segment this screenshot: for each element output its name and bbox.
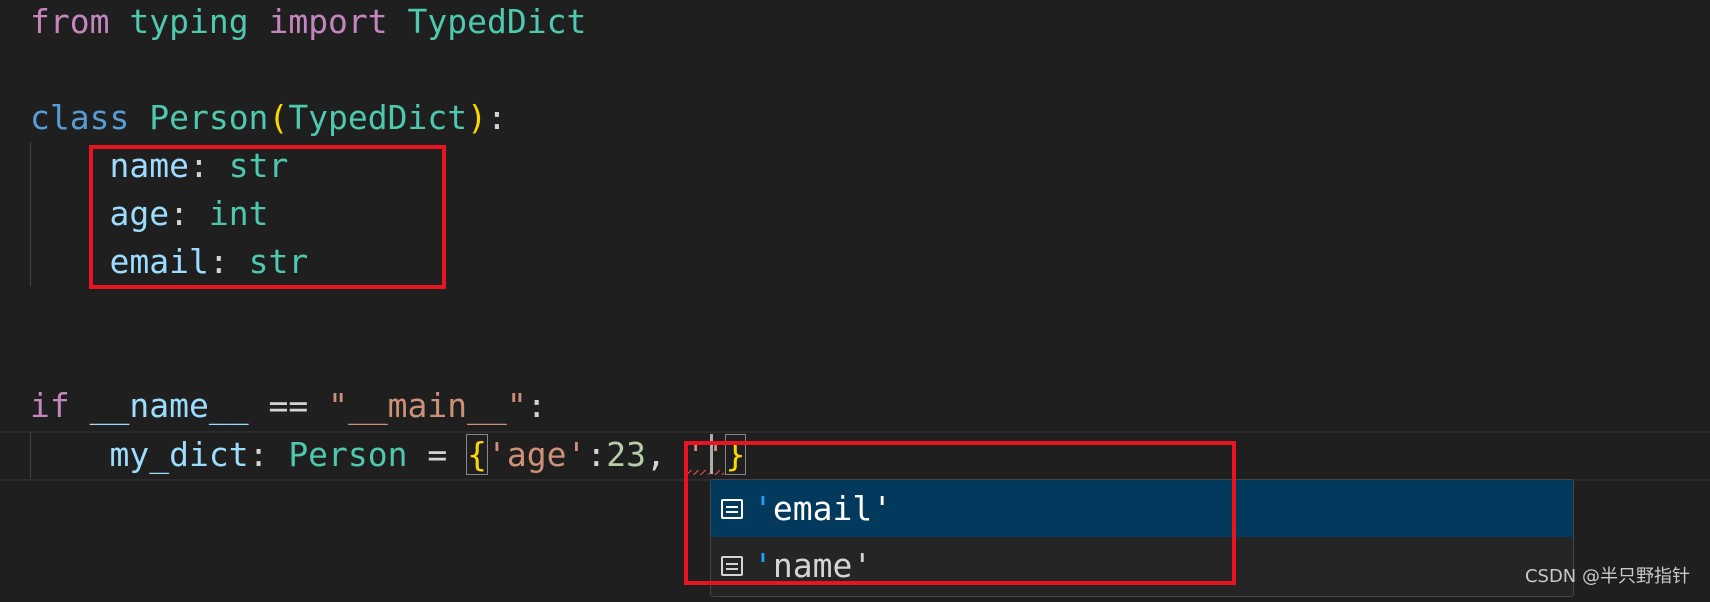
code-line-3[interactable]: class Person(TypedDict):	[30, 94, 507, 142]
class-name: Person	[149, 98, 269, 137]
watermark: CSDN @半只野指针	[1524, 566, 1690, 587]
import-name: TypedDict	[407, 2, 587, 41]
number: 23	[606, 435, 646, 474]
colon: :	[487, 98, 507, 137]
type-annotation: Person	[288, 435, 408, 474]
string: 'age'	[487, 435, 587, 474]
comma: ,	[646, 435, 666, 474]
annotation-box-suggestions	[684, 441, 1236, 585]
operator: ==	[268, 386, 309, 425]
string: "__main__"	[328, 386, 527, 425]
colon: :	[248, 435, 269, 474]
operator: =	[427, 435, 448, 474]
keyword: class	[30, 98, 130, 137]
paren: )	[467, 98, 487, 137]
keyword: from	[30, 2, 110, 41]
code-line-10[interactable]: my_dict: Person = {'age':23, ''}	[30, 431, 747, 479]
colon: :	[526, 386, 547, 425]
paren: (	[268, 98, 289, 137]
brace: {	[466, 434, 489, 475]
code-line-9[interactable]: if __name__ == "__main__":	[30, 382, 547, 430]
module-name: typing	[129, 2, 249, 41]
colon: :	[586, 435, 607, 474]
keyword: if	[30, 386, 70, 425]
variable: my_dict	[109, 435, 249, 474]
annotation-box-fields	[89, 145, 446, 289]
keyword: import	[268, 2, 388, 41]
base-class: TypedDict	[288, 98, 468, 137]
code-line-1[interactable]: from typing import TypedDict	[30, 0, 586, 46]
variable: __name__	[89, 386, 249, 425]
